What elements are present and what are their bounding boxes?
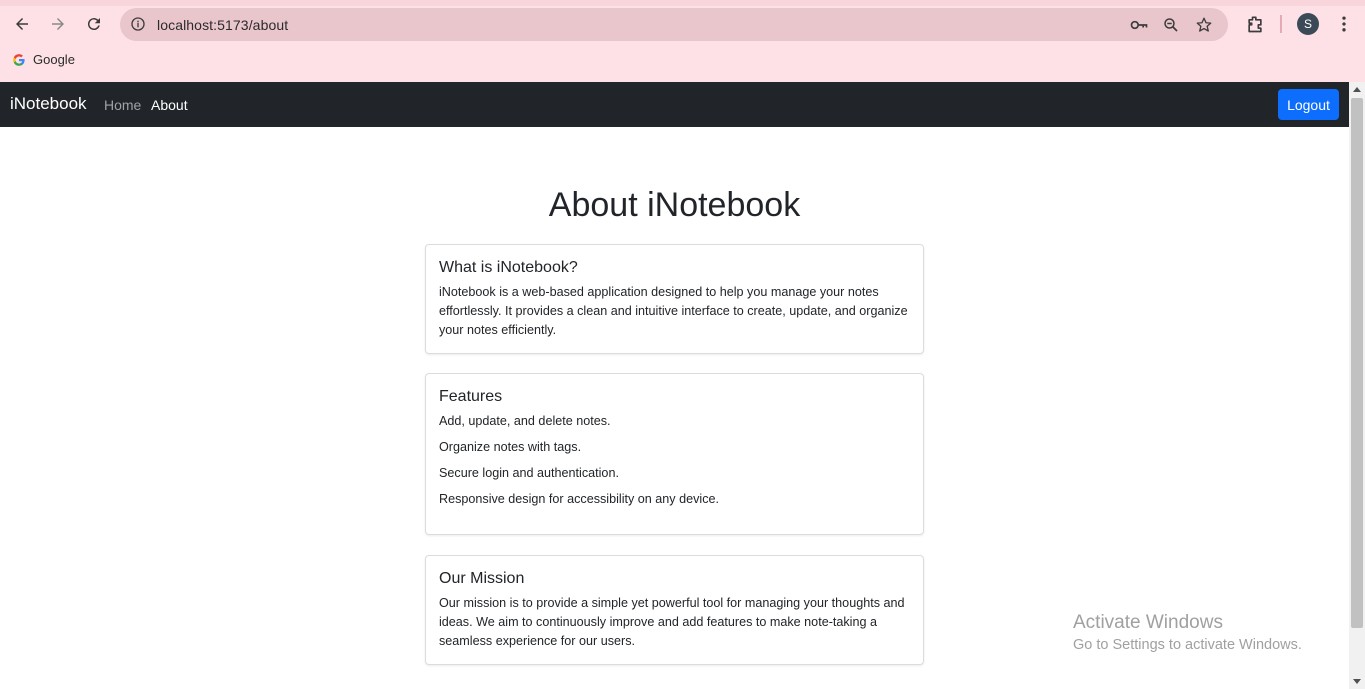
url-text[interactable]: localhost:5173/about	[157, 17, 288, 33]
features-list: Add, update, and delete notes. Organize …	[439, 412, 910, 509]
address-bar[interactable]: localhost:5173/about	[120, 8, 1228, 41]
card-heading: What is iNotebook?	[439, 259, 578, 276]
card-body: iNotebook is a web-based application des…	[439, 285, 908, 337]
list-item: Responsive design for accessibility on a…	[439, 492, 720, 506]
watermark-title: Activate Windows	[1073, 612, 1223, 633]
logout-button[interactable]: Logout	[1278, 89, 1339, 120]
google-icon	[13, 53, 25, 66]
browser-chrome: localhost:5173/about S Google	[0, 0, 1365, 82]
scroll-up-arrow-icon[interactable]	[1353, 87, 1361, 92]
bookmark-star-icon[interactable]	[1194, 15, 1214, 35]
password-key-icon[interactable]	[1129, 15, 1149, 35]
card-mission: Our Mission Our mission is to provide a …	[425, 555, 924, 665]
toolbar-divider	[1280, 15, 1282, 33]
watermark-subtitle: Go to Settings to activate Windows.	[1073, 637, 1302, 653]
menu-dots-icon[interactable]	[1332, 12, 1356, 36]
scroll-down-arrow-icon[interactable]	[1353, 679, 1361, 684]
navbar-brand[interactable]: iNotebook	[10, 94, 87, 114]
back-button[interactable]	[8, 10, 36, 38]
list-item: Organize notes with tags.	[439, 440, 582, 454]
bookmark-label: Google	[33, 52, 75, 67]
list-item: Add, update, and delete notes.	[439, 414, 611, 428]
page-title: About iNotebook	[548, 186, 801, 224]
card-what-is: What is iNotebook? iNotebook is a web-ba…	[425, 244, 924, 354]
profile-avatar[interactable]: S	[1297, 13, 1319, 35]
nav-link-home[interactable]: Home	[104, 97, 141, 113]
extensions-icon[interactable]	[1243, 12, 1267, 36]
card-features: Features Add, update, and delete notes. …	[425, 373, 924, 535]
bookmark-google[interactable]: Google	[12, 52, 75, 67]
forward-button[interactable]	[44, 10, 72, 38]
zoom-icon[interactable]	[1161, 15, 1181, 35]
reload-icon	[87, 18, 100, 31]
list-item: Secure login and authentication.	[439, 466, 619, 480]
back-arrow-icon	[16, 18, 28, 30]
page-scrollbar[interactable]	[1349, 82, 1365, 689]
card-heading: Our Mission	[439, 570, 525, 587]
site-info-icon[interactable]	[128, 14, 148, 34]
nav-link-about[interactable]: About	[151, 97, 188, 113]
card-heading: Features	[439, 388, 503, 405]
app-navbar: iNotebook Home About Logout	[0, 82, 1349, 127]
tab-strip	[0, 0, 1365, 6]
scroll-thumb[interactable]	[1351, 98, 1363, 628]
card-body: Our mission is to provide a simple yet p…	[439, 596, 905, 648]
forward-arrow-icon	[52, 18, 64, 30]
reload-button[interactable]	[80, 10, 108, 38]
